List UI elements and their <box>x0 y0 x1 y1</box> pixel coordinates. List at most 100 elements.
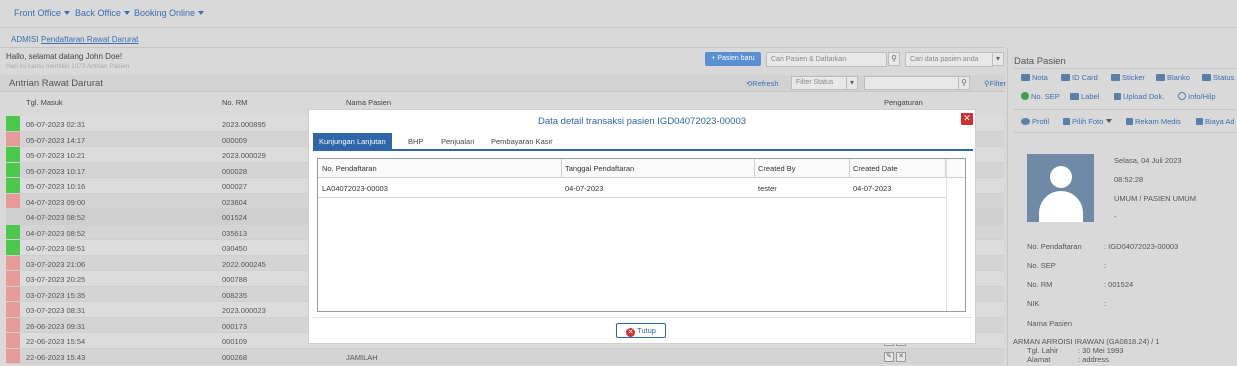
status-marker <box>6 147 20 162</box>
row-date: 03-07-2023 21:06 <box>26 259 86 269</box>
tab-pendaftaran-rawat-darurat[interactable]: Pendaftaran Rawat Darurat <box>41 35 138 44</box>
row-date: 06-07-2023 02:31 <box>26 120 86 129</box>
grid-cell-tanggal: 04-07-2023 <box>565 184 604 193</box>
status-button[interactable]: Status <box>1202 73 1234 82</box>
chevron-down-icon <box>63 11 70 15</box>
printer-icon <box>1070 93 1079 100</box>
status-marker <box>6 178 20 193</box>
kunjungan-grid: No. Pendaftaran Tanggal Pendaftaran Crea… <box>317 158 966 312</box>
row-date: 03-07-2023 08:31 <box>26 306 86 315</box>
row-date: 04-07-2023 09:00 <box>26 197 86 207</box>
id-card-button[interactable]: ID Card <box>1061 73 1098 82</box>
row-rm: 000027 <box>222 182 248 191</box>
row-date: 22-06-2023 15:43 <box>26 352 86 362</box>
sticker-button[interactable]: Sticker <box>1111 73 1145 82</box>
status-marker <box>6 333 20 348</box>
divider <box>849 159 850 178</box>
panel-title: Antrian Rawat Darurat <box>9 78 103 89</box>
nota-button[interactable]: Nota <box>1021 73 1048 82</box>
rekam-medis-button[interactable]: Rekam Medis <box>1126 117 1181 126</box>
document-icon <box>1126 118 1133 125</box>
nik-value: : <box>1104 299 1107 308</box>
tab-penjualan[interactable]: Penjualan <box>441 133 474 150</box>
col-header-rm[interactable]: No. RM <box>222 98 247 107</box>
grid-cell-created-by: tester <box>758 184 777 193</box>
menu-front-office[interactable]: Front Office <box>14 8 70 18</box>
blanko-button[interactable]: Blanko <box>1156 73 1190 82</box>
printer-icon <box>1156 74 1165 81</box>
row-date: 04-07-2023 08:52 <box>26 213 86 222</box>
upload-doc-button[interactable]: Upload Dok. <box>1114 92 1164 101</box>
new-patient-button[interactable]: + Pasien baru <box>705 52 761 66</box>
profil-button[interactable]: Profil <box>1021 117 1049 126</box>
printer-icon <box>1061 74 1070 81</box>
status-marker <box>6 131 20 146</box>
delete-icon[interactable]: ✕ <box>896 351 906 362</box>
search-register-input[interactable]: Cari Pasien & Daftarkan <box>766 52 887 67</box>
close-icon[interactable]: ✕ <box>961 113 973 125</box>
chevron-down-icon[interactable]: ▾ <box>992 52 1004 66</box>
row-date: 05-07-2023 10:16 <box>26 182 86 191</box>
row-rm: 2022.000245 <box>222 259 266 269</box>
filter-input[interactable] <box>864 76 959 90</box>
visit-date: Selasa, 04 Juli 2023 <box>1114 156 1182 165</box>
chevron-down-icon[interactable]: ▾ <box>846 76 858 90</box>
tab-kunjungan-lanjutan[interactable]: Kunjungan Lanjutan <box>313 133 392 150</box>
filter-status-select[interactable]: Filter Status <box>791 76 851 90</box>
row-rm: 030450 <box>222 244 248 253</box>
col-header-name[interactable]: Nama Pasien <box>346 98 391 107</box>
greeting-text: Hallo, selamat datang John Doe! <box>6 52 123 61</box>
filter-button[interactable]: ⚲Filter <box>984 79 1006 88</box>
status-marker <box>6 302 20 317</box>
grid-scrollbar[interactable] <box>946 159 965 311</box>
row-rm: 035613 <box>222 228 248 238</box>
table-row[interactable]: 22-06-2023 15:43 000268 JAMILAH ✎ ✕ <box>6 348 1004 364</box>
grid-col-tanggal-pendaftaran[interactable]: Tanggal Pendaftaran <box>565 164 634 173</box>
biaya-button[interactable]: Biaya Ad <box>1196 117 1235 126</box>
tab-underline <box>313 149 973 151</box>
status-marker <box>6 271 20 286</box>
search-patient-input[interactable]: Cari data pasien anda <box>905 52 993 67</box>
col-header-date[interactable]: Tgl. Masuk <box>26 98 63 107</box>
row-date: 05-07-2023 10:17 <box>26 166 86 176</box>
nama-pasien-label: Nama Pasien <box>1027 319 1073 328</box>
avatar-head-icon <box>1050 166 1072 188</box>
menu-booking-online[interactable]: Booking Online <box>134 8 205 18</box>
edit-icon[interactable]: ✎ <box>884 351 894 362</box>
tab-bhp[interactable]: BHP <box>408 133 423 150</box>
info-help-button[interactable]: Info/Hilp <box>1178 92 1216 101</box>
upload-icon <box>1114 93 1121 100</box>
status-marker <box>6 348 20 363</box>
divider <box>1014 109 1236 110</box>
grid-cell-created-date: 04-07-2023 <box>853 184 892 193</box>
no-sep-button[interactable]: No. SEP <box>1021 92 1060 101</box>
row-date: 04-07-2023 08:52 <box>26 228 86 238</box>
search-icon[interactable]: ⚲ <box>958 76 970 90</box>
status-marker <box>6 116 20 131</box>
close-button[interactable]: ✕ Tutup <box>616 323 666 338</box>
avatar <box>1027 154 1094 222</box>
label-button[interactable]: Label <box>1070 92 1099 101</box>
nik-label: NIK <box>1027 299 1040 308</box>
grid-col-no-pendaftaran[interactable]: No. Pendaftaran <box>322 164 377 173</box>
row-rm: 000268 <box>222 352 248 362</box>
grid-col-created-date[interactable]: Created Date <box>853 164 898 173</box>
pilih-foto-button[interactable]: Pilih Foto <box>1063 117 1113 126</box>
refresh-button[interactable]: ⟲Refresh <box>746 79 779 88</box>
row-rm: 008235 <box>222 290 248 300</box>
status-marker <box>6 317 20 332</box>
tab-admisi[interactable]: ADMISI <box>11 35 39 44</box>
search-icon[interactable]: ⚲ <box>888 52 900 66</box>
grid-col-created-by[interactable]: Created By <box>758 164 796 173</box>
divider <box>318 197 946 198</box>
row-date: 03-07-2023 15:35 <box>26 290 86 300</box>
row-rm: 000109 <box>222 337 248 346</box>
transaction-detail-modal: Data detail transaksi pasien IGD04072023… <box>308 109 976 344</box>
menu-back-office[interactable]: Back Office <box>75 8 130 18</box>
status-marker <box>6 240 20 255</box>
printer-icon <box>1111 74 1120 81</box>
status-marker <box>6 224 20 239</box>
chevron-down-icon <box>198 11 205 15</box>
plus-circle-icon <box>1021 92 1029 100</box>
tab-pembayaran-kasir[interactable]: Pembayaran Kasir <box>491 133 553 150</box>
